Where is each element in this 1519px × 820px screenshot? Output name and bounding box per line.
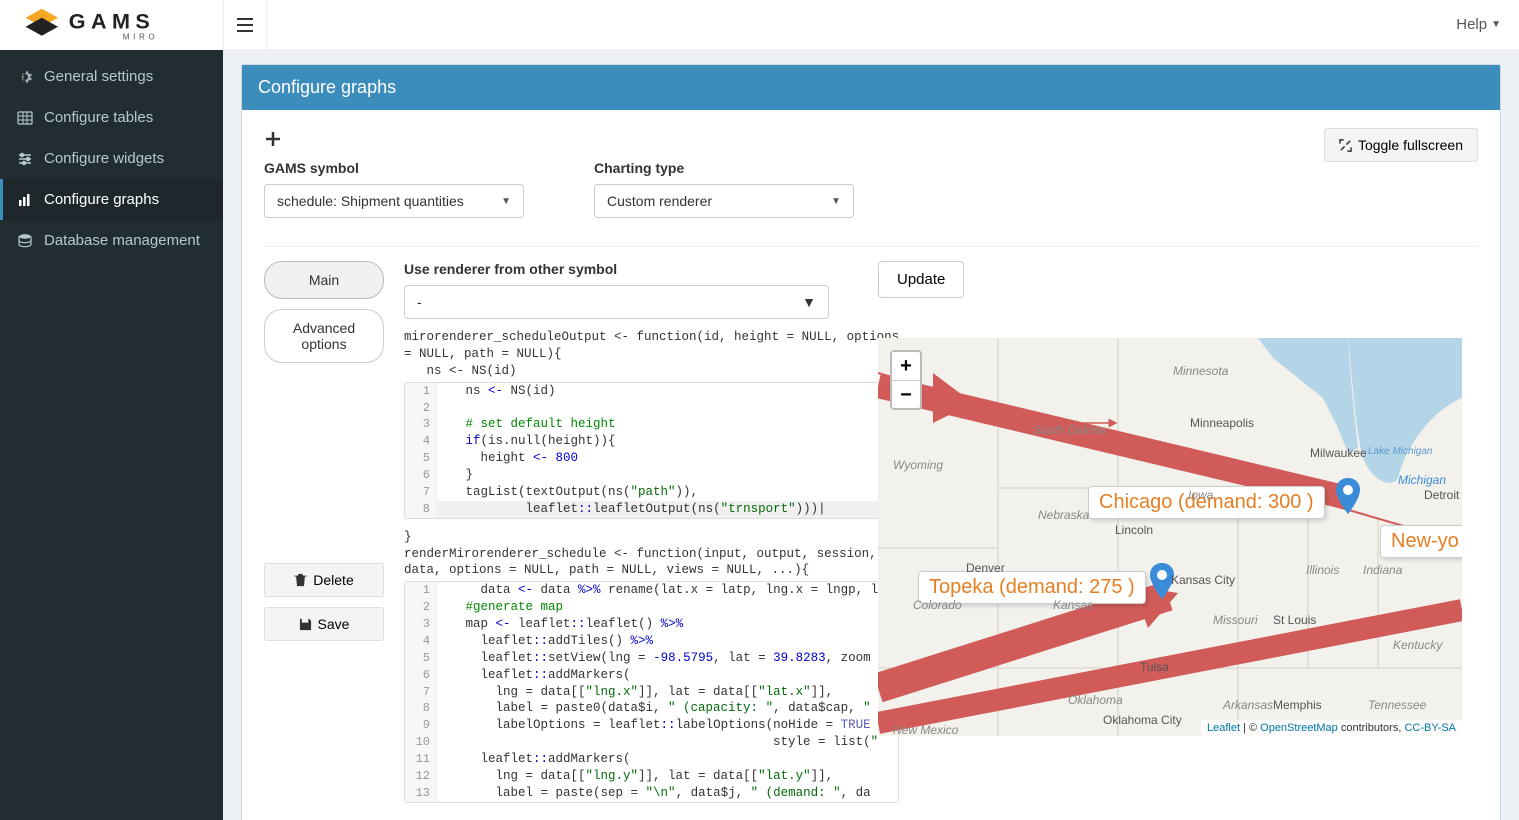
caret-down-icon: ▼ <box>1491 19 1501 30</box>
map-attribution: Leaflet | © OpenStreetMap contributors, … <box>1201 720 1462 736</box>
delete-label: Delete <box>313 572 353 588</box>
sidebar-item-label: Configure widgets <box>44 150 164 167</box>
tab-main[interactable]: Main <box>264 261 384 299</box>
gams-symbol-select[interactable]: schedule: Shipment quantities ▼ <box>264 184 524 218</box>
sidebar-item-label: Database management <box>44 232 200 249</box>
expand-icon <box>1339 139 1352 152</box>
sidebar-item-general-settings[interactable]: General settings <box>0 56 223 97</box>
gear-icon <box>16 69 34 85</box>
logo: GAMS MIRO <box>0 0 223 50</box>
help-menu[interactable]: Help ▼ <box>1438 16 1519 33</box>
cc-link[interactable]: CC-BY-SA <box>1404 722 1456 734</box>
zoom-control: + − <box>890 350 922 410</box>
caret-down-icon: ▼ <box>501 196 511 207</box>
table-icon <box>16 110 34 126</box>
code-editor-2[interactable]: 1 data <- data %>% rename(lat.x = latp, … <box>404 581 899 802</box>
sidebar-toggle[interactable] <box>223 0 267 50</box>
zoom-out-button[interactable]: − <box>892 380 920 408</box>
topbar: GAMS MIRO Help ▼ <box>0 0 1519 50</box>
gams-symbol-value: schedule: Shipment quantities <box>277 193 464 209</box>
database-icon <box>16 233 34 249</box>
panel-title: Configure graphs <box>242 65 1500 110</box>
code-preamble-1: mirorenderer_scheduleOutput <- function(… <box>404 329 899 380</box>
trash-icon <box>294 573 307 587</box>
delete-button[interactable]: Delete <box>264 563 384 597</box>
chart-icon <box>16 192 34 208</box>
map-canvas <box>878 338 1462 736</box>
save-icon <box>299 618 312 631</box>
renderer-value: - <box>417 294 422 310</box>
svg-text:MIRO: MIRO <box>122 32 158 41</box>
toggle-fullscreen-button[interactable]: Toggle fullscreen <box>1324 128 1478 162</box>
svg-text:GAMS: GAMS <box>68 8 154 33</box>
sidebar-item-database-management[interactable]: Database management <box>0 220 223 261</box>
configure-graphs-panel: Configure graphs Toggle fullscreen GAMS … <box>241 64 1501 820</box>
sidebar-item-configure-tables[interactable]: Configure tables <box>0 97 223 138</box>
hamburger-icon <box>237 18 253 32</box>
caret-down-icon: ▼ <box>802 294 816 310</box>
gams-symbol-label: GAMS symbol <box>264 160 524 176</box>
charting-type-select[interactable]: Custom renderer ▼ <box>594 184 854 218</box>
renderer-label: Use renderer from other symbol <box>404 261 899 277</box>
sidebar-item-label: General settings <box>44 68 153 85</box>
plus-icon <box>264 130 282 148</box>
sliders-icon <box>16 151 34 167</box>
sidebar-item-configure-graphs[interactable]: Configure graphs <box>0 179 223 220</box>
sidebar-item-label: Configure graphs <box>44 191 159 208</box>
zoom-in-button[interactable]: + <box>892 352 920 380</box>
osm-link[interactable]: OpenStreetMap <box>1260 722 1338 734</box>
charting-type-value: Custom renderer <box>607 193 712 209</box>
code-editor-1[interactable]: 1 ns <- NS(id)2 3 # set default height4 … <box>404 382 899 519</box>
leaflet-link[interactable]: Leaflet <box>1207 722 1240 734</box>
save-button[interactable]: Save <box>264 607 384 641</box>
save-label: Save <box>318 616 350 632</box>
tab-advanced-options[interactable]: Advanced options <box>264 309 384 363</box>
content: Configure graphs Toggle fullscreen GAMS … <box>223 50 1519 820</box>
sidebar-item-label: Configure tables <box>44 109 153 126</box>
sidebar: General settings Configure tables Config… <box>0 50 223 820</box>
help-label: Help <box>1456 16 1487 33</box>
renderer-select[interactable]: - ▼ <box>404 285 829 319</box>
add-button[interactable] <box>264 128 282 154</box>
toggle-fullscreen-label: Toggle fullscreen <box>1358 137 1463 153</box>
map-preview[interactable]: Chicago (demand: 300 ) Topeka (demand: 2… <box>878 338 1462 736</box>
charting-type-label: Charting type <box>594 160 854 176</box>
map-marker-chicago[interactable] <box>1336 478 1360 514</box>
caret-down-icon: ▼ <box>831 196 841 207</box>
code-preamble-2: } renderMirorenderer_schedule <- functio… <box>404 529 899 580</box>
update-button[interactable]: Update <box>878 261 964 298</box>
map-label-newyork: New-yo <box>1380 525 1462 558</box>
sidebar-item-configure-widgets[interactable]: Configure widgets <box>0 138 223 179</box>
